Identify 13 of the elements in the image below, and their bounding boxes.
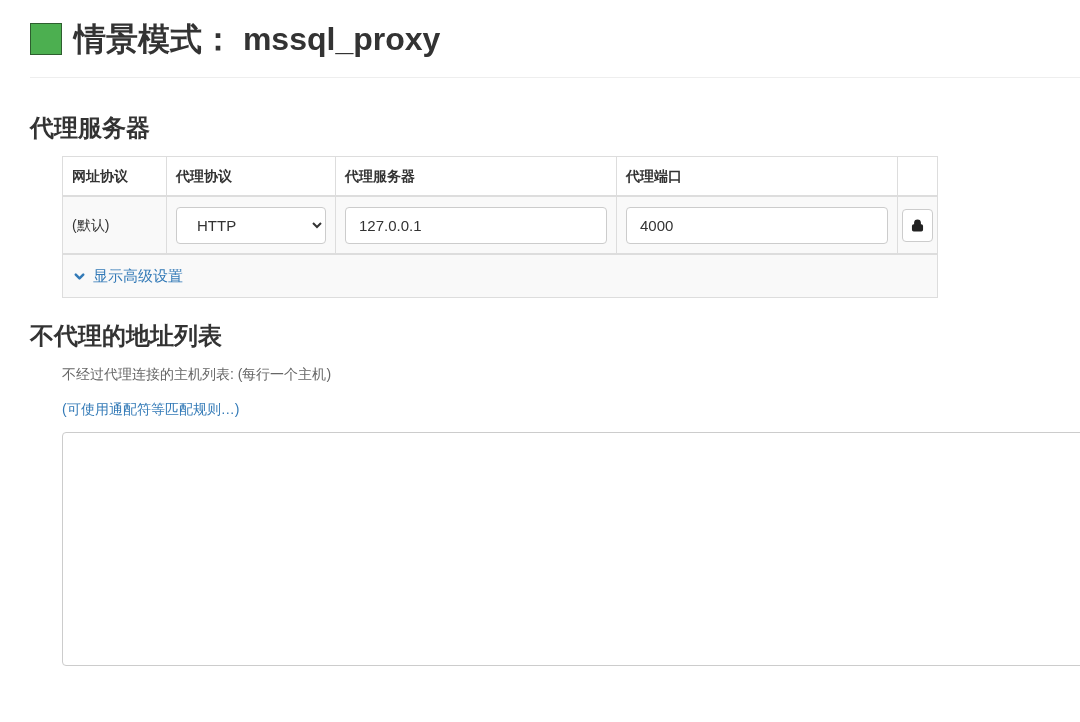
- protocol-select[interactable]: HTTP: [176, 206, 326, 244]
- page-title: 情景模式： mssql_proxy: [74, 20, 441, 59]
- wildcard-rules-link[interactable]: (可使用通配符等匹配规则…): [62, 399, 240, 420]
- table-cell-text: (默认): [72, 215, 110, 235]
- port-input[interactable]: 4000: [626, 206, 888, 244]
- profile-color-icon: [30, 23, 62, 55]
- hint-text: 不经过代理连接的主机列表: (每行一个主机): [62, 365, 333, 384]
- lock-icon: [911, 218, 924, 232]
- server-input[interactable]: 127.0.0.1: [345, 206, 607, 244]
- advanced-settings-link[interactable]: 显示高级设置: [72, 264, 183, 288]
- lock-button[interactable]: [902, 208, 933, 242]
- section-title: 代理服务器: [30, 113, 151, 143]
- section-title: 不代理的地址列表: [30, 321, 223, 351]
